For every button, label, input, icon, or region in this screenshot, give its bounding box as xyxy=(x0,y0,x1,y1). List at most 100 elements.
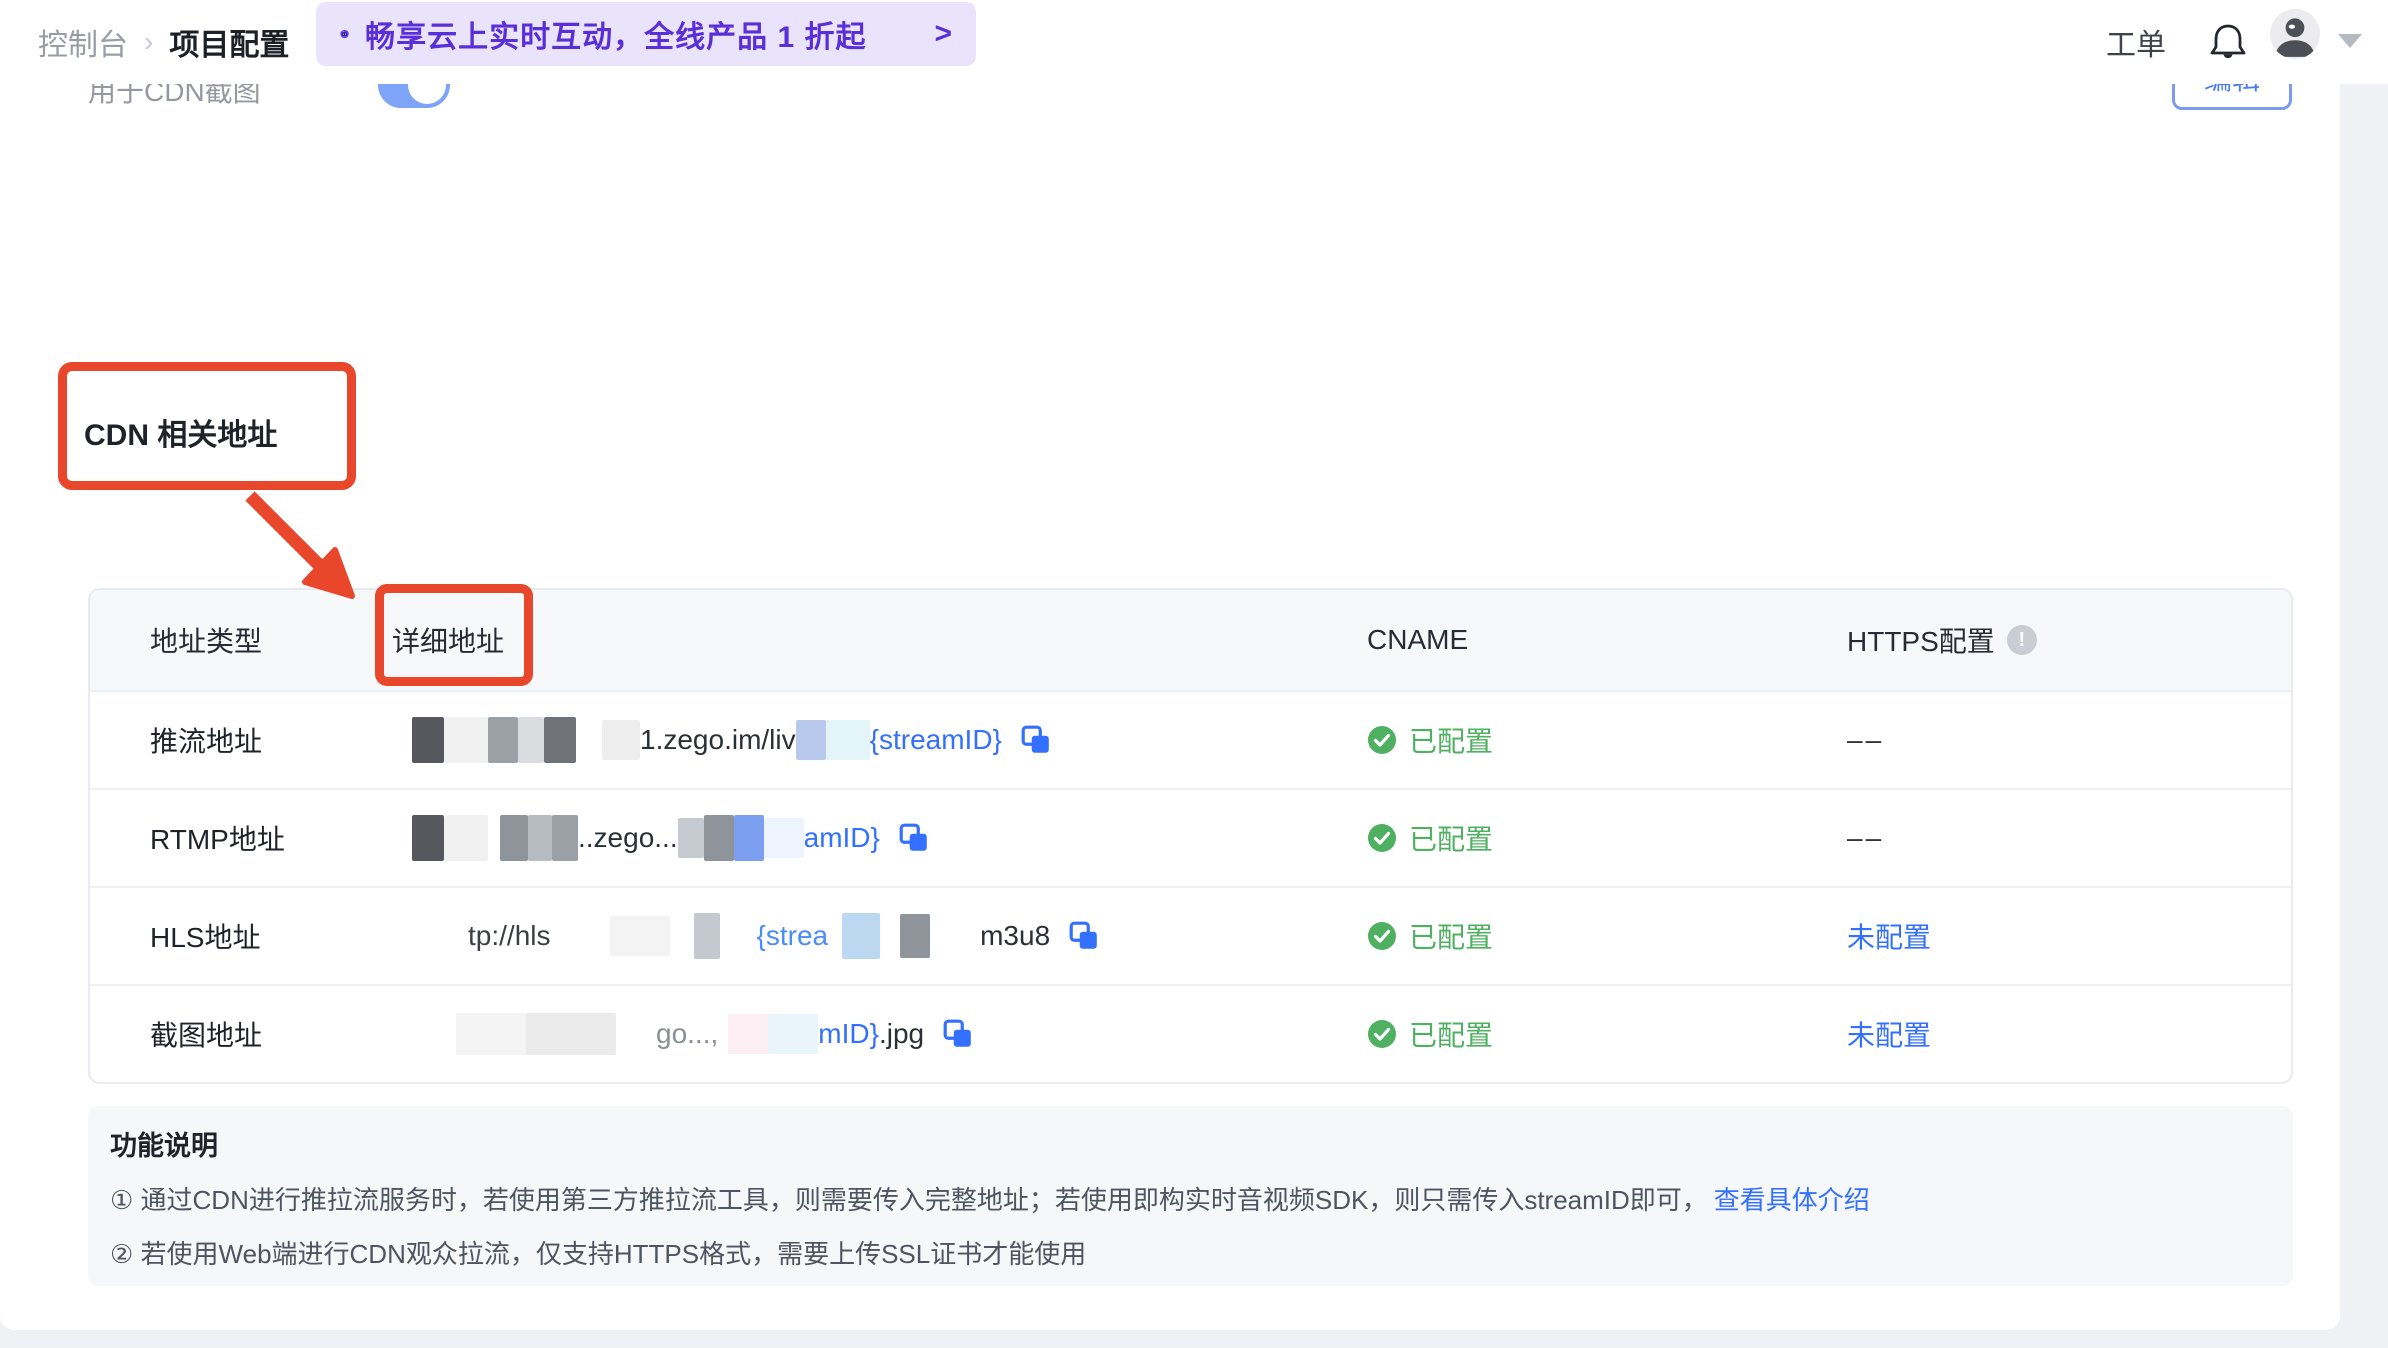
redaction-block xyxy=(526,1013,616,1055)
check-circle-icon xyxy=(1367,921,1397,951)
promo-banner-text: 畅享云上实时互动，全线产品 1 折起 xyxy=(365,21,867,54)
info-icon[interactable]: ! xyxy=(2006,625,2037,655)
redaction-block xyxy=(733,815,764,861)
redaction-block xyxy=(768,1014,819,1054)
table-row: 推流地址 1.zego.im/liv {streamID} 已配置 –– xyxy=(90,692,2291,788)
redaction-block xyxy=(412,717,444,763)
redaction-block xyxy=(528,815,552,861)
redaction-block xyxy=(677,818,704,858)
table-header-row: 地址类型 详细地址 CNAME HTTPS配置 ! xyxy=(90,590,2291,692)
address-fragment: mID} xyxy=(818,1018,879,1049)
https-empty-value: –– xyxy=(1847,724,1885,755)
https-config-cell: –– xyxy=(1847,692,1884,788)
ticket-menu-item[interactable]: 工单 xyxy=(2106,0,2166,84)
redaction-block xyxy=(842,913,881,959)
check-circle-icon xyxy=(1367,1019,1397,1049)
address-type-cell: HLS地址 xyxy=(150,888,260,984)
column-header-detail-address: 详细地址 xyxy=(392,626,505,657)
address-type-label: RTMP地址 xyxy=(150,824,285,855)
configured-status-label: 已配置 xyxy=(1409,922,1494,953)
redaction-block xyxy=(500,815,528,861)
address-detail-cell: ..zego... amID} xyxy=(392,790,930,886)
table-row: 截图地址 go..., mID} .jpg 已配置 未配置 xyxy=(90,984,2291,1082)
redaction-block xyxy=(825,720,870,760)
breadcrumb-project-config: 项目配置 xyxy=(169,29,290,62)
redaction-block xyxy=(602,720,640,760)
redaction-block xyxy=(488,717,518,763)
address-fragment: .jpg xyxy=(878,1018,925,1049)
redaction-block xyxy=(728,1014,769,1054)
user-avatar-icon xyxy=(2275,18,2315,57)
feature-notes-panel: 功能说明 ① 通过CDN进行推拉流服务时，若使用第三方推拉流工具，则需要传入完整… xyxy=(88,1106,2293,1286)
address-type-label: 截图地址 xyxy=(150,1020,263,1051)
address-fragment: go..., xyxy=(656,1018,719,1049)
copy-icon[interactable] xyxy=(898,822,930,854)
column-header-https-config: HTTPS配置 xyxy=(1847,626,1995,657)
address-type-cell: 推流地址 xyxy=(150,692,262,788)
table-row: RTMP地址 ..zego... amID} 已配置 –– xyxy=(90,788,2291,886)
cname-status-cell: 已配置 xyxy=(1367,790,1493,886)
column-header-address-type: 地址类型 xyxy=(150,626,263,657)
https-not-configured-link[interactable]: 未配置 xyxy=(1847,1014,1931,1054)
address-detail-cell: 1.zego.im/liv {streamID} xyxy=(392,692,1052,788)
configured-status-label: 已配置 xyxy=(1409,726,1494,757)
promo-arrow-icon: > xyxy=(934,17,952,50)
copy-icon[interactable] xyxy=(1020,724,1052,756)
notes-title: 功能说明 xyxy=(110,1131,218,1161)
user-avatar[interactable] xyxy=(2270,9,2320,59)
address-type-label: HLS地址 xyxy=(150,922,261,953)
address-detail-cell: go..., mID} .jpg xyxy=(392,986,974,1082)
notification-bell-icon[interactable] xyxy=(2206,20,2250,64)
cname-status-cell: 已配置 xyxy=(1367,986,1493,1082)
redaction-block xyxy=(610,916,671,956)
address-type-cell: RTMP地址 xyxy=(150,790,285,886)
address-fragment: 1.zego.im/liv xyxy=(640,724,796,755)
redaction-block xyxy=(763,818,804,858)
cname-status-cell: 已配置 xyxy=(1367,692,1493,788)
breadcrumb-separator-icon: › xyxy=(144,26,154,57)
note-item-2: ② 若使用Web端进行CDN观众拉流，仅支持HTTPS格式，需要上传SSL证书才… xyxy=(110,1239,1087,1269)
address-type-cell: 截图地址 xyxy=(150,986,262,1082)
address-type-label: 推流地址 xyxy=(150,726,263,757)
promo-banner[interactable]: 畅享云上实时互动，全线产品 1 折起 > xyxy=(316,2,976,66)
address-fragment: ..zego... xyxy=(578,822,678,853)
top-header-bar: 控制台 › 项目配置 畅享云上实时互动，全线产品 1 折起 > 工单 xyxy=(0,0,2388,84)
note-1-text: ① 通过CDN进行推拉流服务时，若使用第三方推拉流工具，则需要传入完整地址；若使… xyxy=(110,1185,1708,1215)
redaction-block xyxy=(703,815,734,861)
redaction-block xyxy=(444,815,488,861)
table-row: HLS地址 tp://hls {strea m3u8 已配置 未配置 xyxy=(90,886,2291,984)
address-fragment: amID} xyxy=(803,822,880,853)
cname-status-cell: 已配置 xyxy=(1367,888,1493,984)
view-details-link[interactable]: 查看具体介绍 xyxy=(1714,1185,1870,1215)
https-empty-value: –– xyxy=(1847,822,1885,853)
redaction-block xyxy=(694,913,721,959)
redaction-block xyxy=(552,815,578,861)
https-config-cell: 未配置 xyxy=(1847,888,1931,984)
copy-icon[interactable] xyxy=(942,1018,974,1050)
https-config-cell: –– xyxy=(1847,790,1884,886)
robot-icon xyxy=(340,29,349,39)
check-circle-icon xyxy=(1367,823,1397,853)
https-not-configured-link[interactable]: 未配置 xyxy=(1847,916,1931,956)
https-config-cell: 未配置 xyxy=(1847,986,1931,1082)
redaction-block xyxy=(900,914,931,958)
configured-status-label: 已配置 xyxy=(1409,824,1494,855)
note-item-1: ① 通过CDN进行推拉流服务时，若使用第三方推拉流工具，则需要传入完整地址；若使… xyxy=(110,1180,1870,1217)
address-fragment: tp://hls xyxy=(468,920,551,951)
copy-icon[interactable] xyxy=(1068,920,1100,952)
column-header-cname: CNAME xyxy=(1367,624,1469,655)
account-dropdown-caret-icon[interactable] xyxy=(2338,34,2362,48)
redaction-block xyxy=(456,1013,526,1055)
redaction-block xyxy=(795,720,826,760)
table-body: 推流地址 1.zego.im/liv {streamID} 已配置 –– RTMP地址..… xyxy=(90,692,2291,1082)
address-detail-cell: tp://hls {strea m3u8 xyxy=(392,888,1100,984)
configured-status-label: 已配置 xyxy=(1409,1020,1494,1051)
breadcrumb: 控制台 › 项目配置 xyxy=(38,0,289,84)
address-fragment: {strea xyxy=(756,920,829,951)
breadcrumb-console[interactable]: 控制台 xyxy=(38,20,128,64)
redaction-block xyxy=(444,717,488,763)
address-fragment: m3u8 xyxy=(980,920,1051,951)
redaction-block xyxy=(412,815,444,861)
check-circle-icon xyxy=(1367,725,1397,755)
redaction-block xyxy=(518,717,544,763)
